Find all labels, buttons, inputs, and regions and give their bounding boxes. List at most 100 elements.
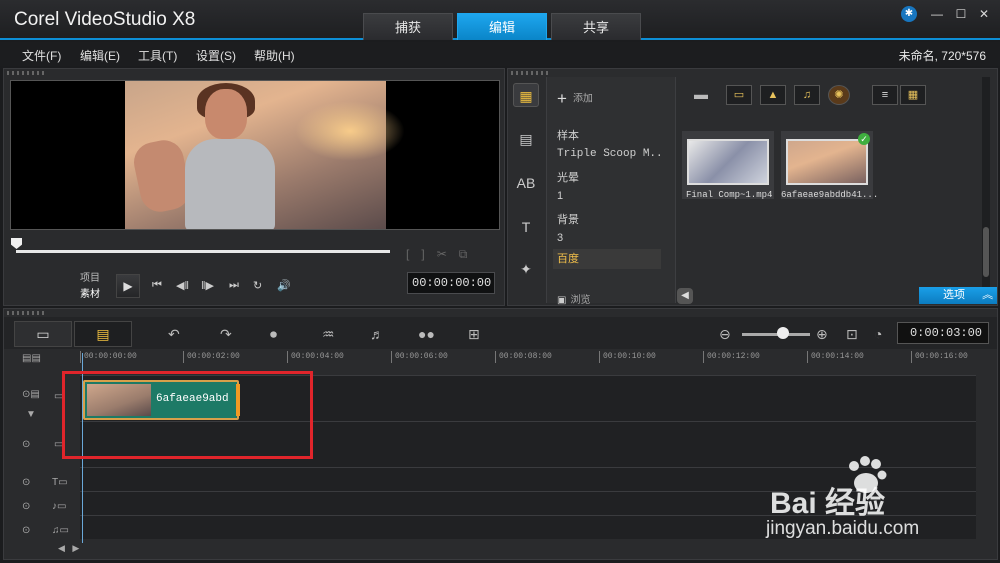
add-folder-button[interactable]: + 添加 — [557, 89, 593, 109]
storyboard-view-button[interactable]: ▭ — [14, 321, 72, 347]
library-panel: ▦ ▤ AB T ✦ + 添加 样本 Triple Scoop M... 光晕 1… — [507, 68, 998, 306]
sun-glow — [295, 101, 405, 161]
maximize-icon[interactable]: ☐ — [952, 6, 970, 22]
library-thumbnail-video[interactable] — [682, 131, 774, 199]
title-icon[interactable]: T — [513, 215, 539, 239]
panel-grip[interactable] — [7, 71, 47, 75]
sort-icon[interactable]: ✺ — [828, 85, 850, 105]
folder-item-samples[interactable]: 样本 — [557, 127, 665, 143]
globe-icon[interactable]: ✱ — [901, 6, 917, 22]
folder-item-baidu[interactable]: 百度 — [553, 249, 661, 269]
voice-track-icon: ♪▭ — [52, 501, 67, 512]
music-lock-icon[interactable]: ⊙ — [22, 525, 30, 536]
check-icon: ✓ — [858, 133, 870, 145]
thumbnail-label: 6afaeae9abddb41... — [781, 190, 877, 200]
close-icon[interactable]: ✕ — [975, 6, 993, 22]
mode-project[interactable]: 项目 — [80, 269, 100, 284]
player-timecode[interactable]: 00:00:00:00 — [407, 272, 495, 294]
subtitle-editor-icon[interactable]: ⊞ — [468, 326, 480, 343]
scroll-thumb[interactable] — [983, 227, 989, 277]
project-duration: 0:00:03:00 — [897, 322, 989, 344]
tab-share[interactable]: 共享 — [551, 13, 641, 40]
tab-capture[interactable]: 捕获 — [363, 13, 453, 40]
expand-track-icon[interactable]: ▼ — [26, 409, 36, 420]
undo-icon[interactable]: ↶ — [168, 326, 180, 343]
thumbnail-view-icon[interactable]: ▦ — [900, 85, 926, 105]
timeline-scroll-arrows[interactable]: ◀ ▶ — [58, 543, 79, 554]
ruler-tick — [287, 351, 288, 363]
folder-item-glow[interactable]: 光晕 — [557, 169, 665, 185]
library-scrollbar[interactable] — [982, 77, 990, 287]
show-audio-icon[interactable]: ♫ — [794, 85, 820, 105]
fit-project-icon[interactable]: ⊡ — [846, 326, 858, 343]
next-frame-icon[interactable]: ‖▶ — [201, 279, 214, 292]
video-track-lock-icon[interactable]: ⊙▤ — [22, 389, 40, 400]
browse-button[interactable]: ▣ 浏览 — [557, 291, 590, 306]
menu-settings[interactable]: 设置(S) — [196, 47, 236, 64]
menu-edit[interactable]: 编辑(E) — [80, 47, 120, 64]
play-button[interactable]: ▶ — [116, 274, 140, 298]
folder-item-triple-scoop[interactable]: Triple Scoop M... — [557, 148, 665, 160]
end-icon[interactable]: ⏭ — [229, 279, 239, 292]
folder-item-background[interactable]: 背景 — [557, 211, 665, 227]
voice-lock-icon[interactable]: ⊙ — [22, 501, 30, 512]
sound-mixer-icon[interactable]: ♒ — [322, 326, 335, 343]
timeline-view-button[interactable]: ▤ — [74, 321, 132, 347]
transition-icon[interactable]: AB — [513, 171, 539, 195]
zoom-slider[interactable] — [742, 333, 810, 336]
collapse-arrow-icon[interactable]: ◀ — [677, 288, 693, 304]
plus-icon: + — [557, 89, 567, 108]
add-label: 添加 — [572, 93, 593, 105]
tab-edit[interactable]: 编辑 — [457, 13, 547, 40]
motion-tracking-icon[interactable]: ●● — [418, 326, 435, 342]
effects-icon[interactable]: ✦ — [513, 257, 539, 281]
record-capture-icon[interactable]: ⏺ — [270, 326, 277, 343]
ruler-tick — [183, 351, 184, 363]
zoom-out-icon[interactable]: ⊖ — [719, 326, 731, 343]
scrubber-thumb[interactable] — [11, 238, 22, 249]
media-icon[interactable]: ▦ — [513, 83, 539, 107]
volume-icon[interactable]: 🔊 — [277, 279, 291, 292]
timeline-ruler[interactable]: 00:00:00:00 00:00:02:00 00:00:04:00 00:0… — [80, 351, 997, 373]
overlay-lock-icon[interactable]: ⊙ — [22, 439, 30, 450]
previous-frame-icon[interactable]: ◀‖ — [176, 279, 189, 292]
list-view-icon[interactable]: ≡ — [872, 85, 898, 105]
minimize-icon[interactable]: — — [928, 6, 946, 22]
folder-item-3[interactable]: 3 — [557, 232, 665, 244]
player-panel: [ ] ✂ ⧉ 项目 素材 ▶ ⏮ ◀‖ ‖▶ ⏭ ↻ 🔊 00:00:00:0… — [3, 68, 505, 306]
scrubber-track[interactable] — [16, 250, 390, 253]
menu-tools[interactable]: 工具(T) — [138, 47, 177, 64]
scissors-icon[interactable]: ✂ — [437, 247, 447, 262]
video-thumb-image — [687, 139, 769, 185]
auto-music-icon[interactable]: ♬ — [370, 326, 384, 342]
repeat-icon[interactable]: ↻ — [253, 279, 262, 292]
zoom-in-icon[interactable]: ⊕ — [816, 326, 828, 343]
track-manager-icon[interactable]: ▤▤ — [22, 353, 41, 364]
library-thumbnail-image[interactable]: ✓ — [781, 131, 873, 199]
expand-icon[interactable]: ⧉ — [459, 247, 468, 262]
redo-icon[interactable]: ↷ — [220, 326, 232, 343]
project-info: 未命名, 720*576 — [898, 49, 986, 63]
panel-grip[interactable] — [511, 71, 551, 75]
ruler-label: 00:00:16:00 — [915, 352, 968, 361]
zoom-slider-knob[interactable] — [777, 327, 789, 339]
preview-window — [10, 80, 500, 230]
mode-clip[interactable]: 素材 — [80, 285, 100, 300]
instant-project-icon[interactable]: ▤ — [513, 127, 539, 151]
folder-item-1[interactable]: 1 — [557, 190, 665, 202]
menu-file[interactable]: 文件(F) — [22, 47, 61, 64]
home-icon[interactable]: ⏮ — [152, 279, 162, 292]
ruler-label: 00:00:04:00 — [291, 352, 344, 361]
folder-icon[interactable]: ▬ — [688, 85, 714, 105]
options-button[interactable]: 选项 ︽ — [919, 287, 997, 304]
panel-grip[interactable] — [7, 311, 47, 315]
ruler-label: 00:00:14:00 — [811, 352, 864, 361]
mark-in-icon[interactable]: [ — [406, 247, 409, 262]
title-lock-icon[interactable]: ⊙ — [22, 477, 30, 488]
menu-help[interactable]: 帮助(H) — [254, 47, 295, 64]
app-title: Corel VideoStudio X8 — [14, 9, 196, 30]
workspace-tabs: 捕获 编辑 共享 — [363, 13, 645, 40]
show-photos-icon[interactable]: ▲ — [760, 85, 786, 105]
show-videos-icon[interactable]: ▭ — [726, 85, 752, 105]
mark-out-icon[interactable]: ] — [421, 247, 424, 262]
